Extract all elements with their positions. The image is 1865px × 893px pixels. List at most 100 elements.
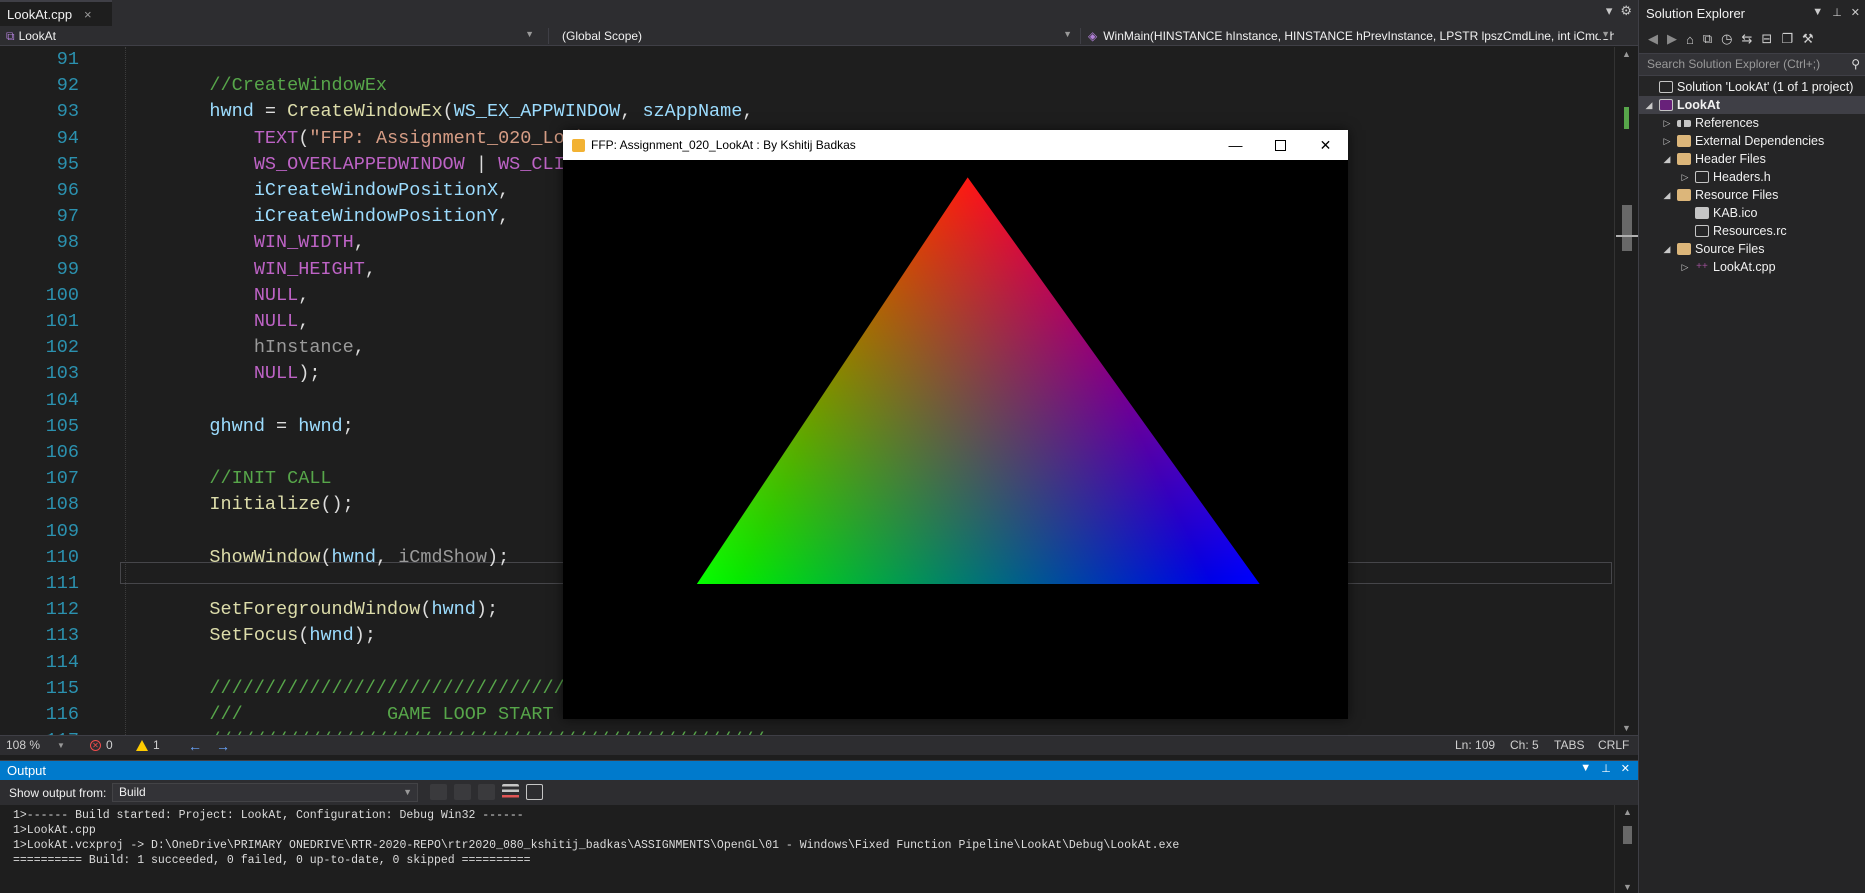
sync-icon[interactable]: ⇆ <box>1742 31 1753 47</box>
expanded-arrow-icon[interactable]: ◢ <box>1661 190 1673 201</box>
line-number: 105 <box>45 415 79 437</box>
expanded-arrow-icon[interactable]: ◢ <box>1643 100 1655 111</box>
close-icon[interactable]: ✕ <box>1851 6 1860 19</box>
pin-icon[interactable]: ⊥ <box>1832 6 1842 19</box>
scroll-up-icon[interactable]: ▲ <box>1623 807 1632 817</box>
navigate-back-button[interactable]: ← <box>188 738 202 754</box>
tree-item[interactable]: ◢ Resource Files <box>1639 186 1865 204</box>
line-number: 111 <box>45 573 79 594</box>
tree-item[interactable]: ▷ References <box>1639 114 1865 132</box>
warning-indicator[interactable]: 1 <box>136 738 160 752</box>
opengl-window[interactable]: FFP: Assignment_020_LookAt : By Kshitij … <box>563 130 1348 719</box>
scrollbar-thumb[interactable] <box>1622 205 1632 251</box>
code-token: WS_EX_APPWINDOW <box>453 101 621 123</box>
solution-explorer-title: Solution Explorer <box>1646 6 1745 21</box>
history-icon[interactable]: ◷ <box>1721 31 1732 47</box>
collapsed-arrow-icon[interactable]: ▷ <box>1661 118 1673 129</box>
word-wrap-icon[interactable] <box>526 784 543 800</box>
eol-indicator[interactable]: CRLF <box>1598 738 1629 752</box>
tree-item-label: Resources.rc <box>1713 224 1787 238</box>
back-icon[interactable]: ◀ <box>1648 31 1658 47</box>
tree-item[interactable]: KAB.ico <box>1639 204 1865 222</box>
output-text[interactable]: 1>------ Build started: Project: LookAt,… <box>13 808 1603 868</box>
chevron-down-icon: ▼ <box>57 740 65 750</box>
editor-vertical-scrollbar[interactable]: ▲ ▼ <box>1614 47 1638 735</box>
solution-explorer-header: Solution Explorer ▼ ⊥ ✕ <box>1639 0 1865 27</box>
close-button[interactable]: ✕ <box>1303 130 1348 160</box>
code-line[interactable]: 91 <box>0 47 1620 73</box>
scroll-up-icon[interactable]: ▲ <box>1622 49 1631 59</box>
tree-item[interactable]: ▷ ++ LookAt.cpp <box>1639 258 1865 276</box>
tree-item[interactable]: ▷ Headers.h <box>1639 168 1865 186</box>
solution-icon <box>1659 81 1673 93</box>
tree-item[interactable]: ◢ Header Files <box>1639 150 1865 168</box>
collapse-all-icon[interactable]: ⊟ <box>1761 31 1772 47</box>
line-number: 107 <box>45 468 79 490</box>
previous-message-icon[interactable] <box>454 784 471 800</box>
output-source-select[interactable]: Build ▼ <box>112 783 418 802</box>
tree-item[interactable]: ▷ External Dependencies <box>1639 132 1865 150</box>
opengl-render-surface[interactable] <box>563 160 1348 719</box>
code-line[interactable]: 93 hwnd = CreateWindowEx(WS_EX_APPWINDOW… <box>0 99 1620 125</box>
scroll-down-icon[interactable]: ▼ <box>1622 723 1631 733</box>
output-scrollbar[interactable]: ▲ ▼ <box>1614 805 1638 893</box>
maximize-button[interactable] <box>1258 130 1303 160</box>
line-number: 102 <box>45 337 79 359</box>
home-icon[interactable]: ⌂ <box>1686 32 1694 47</box>
collapsed-arrow-icon[interactable]: ▷ <box>1679 172 1691 183</box>
settings-gear-icon[interactable]: ⚙ <box>1620 3 1632 19</box>
window-position-dropdown-icon[interactable]: ▼ <box>1812 6 1823 19</box>
tree-item[interactable]: ◢ Source Files <box>1639 240 1865 258</box>
line-indicator: Ln: 109 <box>1455 738 1495 752</box>
member-combo[interactable]: ◈ WinMain(HINSTANCE hInstance, HINSTANCE… <box>1082 27 1614 45</box>
line-number: 117 <box>25 728 79 735</box>
code-line[interactable]: 117 ////////////////////////////////////… <box>0 728 1620 735</box>
code-text: hInstance, <box>165 335 365 361</box>
line-number: 103 <box>45 363 79 385</box>
code-text: //INIT CALL <box>165 466 331 492</box>
line-number: 101 <box>45 311 79 332</box>
code-token: hwnd <box>431 599 476 621</box>
zoom-combo[interactable]: 108 % ▼ <box>6 738 65 752</box>
properties-icon[interactable]: ⚒ <box>1802 31 1814 47</box>
scope-combo[interactable]: (Global Scope) ▼ <box>554 27 1076 45</box>
scroll-down-icon[interactable]: ▼ <box>1623 882 1632 892</box>
navigate-forward-button[interactable]: → <box>216 738 230 754</box>
line-number: 116 <box>45 704 79 725</box>
output-title: Output <box>7 763 47 778</box>
opengl-window-titlebar[interactable]: FFP: Assignment_020_LookAt : By Kshitij … <box>563 130 1348 160</box>
tree-item[interactable]: Solution 'LookAt' (1 of 1 project) <box>1639 78 1865 96</box>
clear-all-icon[interactable] <box>502 784 519 800</box>
collapsed-arrow-icon[interactable]: ▷ <box>1661 136 1673 147</box>
tab-dropdown-icon[interactable]: ▾ <box>1606 3 1613 19</box>
tree-item-label: KAB.ico <box>1713 206 1758 220</box>
document-tab[interactable]: LookAt.cpp × <box>0 0 112 26</box>
solution-search-input[interactable]: Search Solution Explorer (Ctrl+;) ⚲ <box>1639 53 1865 76</box>
search-icon[interactable]: ⚲ <box>1851 54 1860 75</box>
forward-icon[interactable]: ▶ <box>1667 31 1677 47</box>
close-icon[interactable]: ✕ <box>1621 762 1630 775</box>
expanded-arrow-icon[interactable]: ◢ <box>1661 244 1673 255</box>
expanded-arrow-icon[interactable]: ◢ <box>1661 154 1673 165</box>
line-number: 98 <box>56 232 79 254</box>
project-combo[interactable]: ⧉ LookAt ▼ <box>0 27 538 45</box>
show-all-files-icon[interactable]: ❐ <box>1781 31 1793 47</box>
code-token: //CreateWindowEx <box>165 75 388 97</box>
find-message-icon[interactable] <box>430 784 447 800</box>
collapsed-arrow-icon[interactable]: ▷ <box>1679 262 1691 273</box>
tree-item[interactable]: Resources.rc <box>1639 222 1865 240</box>
scrollbar-thumb[interactable] <box>1623 826 1632 844</box>
next-message-icon[interactable] <box>478 784 495 800</box>
tree-item[interactable]: ◢ LookAt <box>1639 96 1865 114</box>
switch-views-icon[interactable]: ⧉ <box>1703 31 1712 47</box>
project-combo-label: LookAt <box>18 29 56 43</box>
minimize-button[interactable]: — <box>1213 130 1258 160</box>
code-line[interactable]: 92 //CreateWindowEx <box>0 73 1620 99</box>
error-indicator[interactable]: ✕ 0 <box>90 738 113 752</box>
tabs-indicator[interactable]: TABS <box>1554 738 1584 752</box>
close-tab-icon[interactable]: × <box>84 7 92 22</box>
navigation-bar: ⧉ LookAt ▼ (Global Scope) ▼ ◈ WinMain(HI… <box>0 26 1638 46</box>
pin-icon[interactable]: ⊥ <box>1601 762 1611 775</box>
code-text: hwnd = CreateWindowEx(WS_EX_APPWINDOW, s… <box>165 99 753 125</box>
window-position-dropdown-icon[interactable]: ▼ <box>1580 762 1591 775</box>
